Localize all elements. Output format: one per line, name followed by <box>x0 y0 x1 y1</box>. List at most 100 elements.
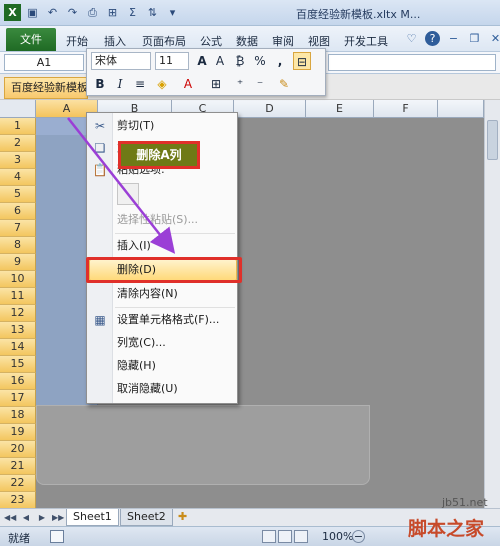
select-all-corner[interactable] <box>0 100 36 118</box>
tab-insert[interactable]: 插入 <box>104 33 126 49</box>
row-header[interactable]: 1 <box>0 118 36 135</box>
redo-icon[interactable]: ↷ <box>64 4 81 21</box>
row-header[interactable]: 2 <box>0 135 36 152</box>
row-header[interactable]: 16 <box>0 373 36 390</box>
decrease-decimal-icon[interactable]: ⁻ <box>251 75 269 93</box>
prev-sheet-icon[interactable]: ◀ <box>20 511 32 525</box>
increase-decimal-icon[interactable]: ⁺ <box>231 75 249 93</box>
page-layout-view-icon[interactable] <box>278 530 292 543</box>
scrollbar-thumb[interactable] <box>487 120 498 160</box>
row-header[interactable]: 15 <box>0 356 36 373</box>
tab-review[interactable]: 审阅 <box>272 33 294 49</box>
sheet-tab-sheet2[interactable]: Sheet2 <box>120 509 173 526</box>
autosum-icon[interactable]: Σ <box>124 4 141 21</box>
row-header[interactable]: 14 <box>0 339 36 356</box>
sheet-nav: ◀◀ ◀ ▶ ▶▶ <box>4 511 64 525</box>
fill-color-icon[interactable]: ◈ <box>153 75 171 93</box>
paste-option-button[interactable] <box>117 183 139 205</box>
row-header[interactable]: 12 <box>0 305 36 322</box>
first-sheet-icon[interactable]: ◀◀ <box>4 511 16 525</box>
row-header[interactable]: 3 <box>0 152 36 169</box>
menu-item-unhide[interactable]: 取消隐藏(U) <box>117 378 235 400</box>
menu-item-clear-contents[interactable]: 清除内容(N) <box>117 283 235 305</box>
print-preview-icon[interactable]: ⎙ <box>84 4 101 21</box>
next-sheet-icon[interactable]: ▶ <box>36 511 48 525</box>
mini-toolbar: 宋体 11 A A ₿ % , ⊟ B I ≡ ◈ A ⊞ ⁺ ⁻ ✎ <box>86 48 326 96</box>
merge-center-icon[interactable]: ⊟ <box>293 52 311 70</box>
excel-logo-icon[interactable]: X <box>4 4 21 21</box>
row-header[interactable]: 9 <box>0 254 36 271</box>
tab-developer[interactable]: 开发工具 <box>344 33 388 49</box>
row-header[interactable]: 8 <box>0 237 36 254</box>
formula-input[interactable] <box>328 54 496 71</box>
comma-style-button[interactable]: , <box>271 52 289 70</box>
tab-file[interactable]: 文件 <box>6 28 56 51</box>
help-icon[interactable]: ? <box>425 31 440 46</box>
borders-icon[interactable]: ⊞ <box>104 4 121 21</box>
row-header[interactable]: 22 <box>0 475 36 492</box>
menu-item-paste-special[interactable]: 选择性粘贴(S)... <box>117 209 235 231</box>
shrink-font-icon[interactable]: A <box>211 52 229 70</box>
format-painter-icon[interactable]: ✎ <box>275 75 293 93</box>
row-header[interactable]: 13 <box>0 322 36 339</box>
vertical-scrollbar[interactable] <box>484 100 500 508</box>
menu-item-column-width[interactable]: 列宽(C)... <box>117 332 235 354</box>
row-header[interactable]: 4 <box>0 169 36 186</box>
accounting-format-icon[interactable]: ₿ <box>231 52 249 70</box>
zoom-out-button[interactable]: − <box>352 530 365 543</box>
tab-formulas[interactable]: 公式 <box>200 33 222 49</box>
menu-item-insert[interactable]: 插入(I) <box>117 235 235 257</box>
percent-style-button[interactable]: % <box>251 52 269 70</box>
insert-sheet-icon[interactable]: ✚ <box>178 510 187 523</box>
row-header[interactable]: 6 <box>0 203 36 220</box>
row-header[interactable]: 7 <box>0 220 36 237</box>
row-header[interactable]: 18 <box>0 407 36 424</box>
restore-icon[interactable]: ❐ <box>467 31 482 46</box>
font-size-box[interactable]: 11 <box>155 52 189 70</box>
sheet-tab-sheet1[interactable]: Sheet1 <box>66 509 119 526</box>
macro-record-icon[interactable] <box>50 530 64 543</box>
grow-font-icon[interactable]: A <box>193 52 211 70</box>
zoom-level[interactable]: 100% <box>322 530 353 543</box>
tab-page-layout[interactable]: 页面布局 <box>142 33 186 49</box>
italic-icon[interactable]: I <box>111 75 129 93</box>
menu-item-format-cells[interactable]: 设置单元格格式(F)... <box>117 309 235 331</box>
row-header[interactable]: 19 <box>0 424 36 441</box>
column-header-g[interactable] <box>438 100 484 118</box>
customize-qat-icon[interactable]: ▾ <box>164 4 181 21</box>
save-icon[interactable]: ▣ <box>24 4 41 21</box>
normal-view-icon[interactable] <box>262 530 276 543</box>
menu-item-cut[interactable]: 剪切(T) <box>117 115 235 137</box>
row-header[interactable]: 11 <box>0 288 36 305</box>
worksheet-grid[interactable]: A B C D E F 1 2 3 4 5 6 7 8 9 10 11 12 1… <box>0 100 500 509</box>
menu-item-hide[interactable]: 隐藏(H) <box>117 355 235 377</box>
column-header-e[interactable]: E <box>306 100 374 118</box>
column-header-d[interactable]: D <box>234 100 306 118</box>
last-sheet-icon[interactable]: ▶▶ <box>52 511 64 525</box>
page-break-view-icon[interactable] <box>294 530 308 543</box>
align-center-icon[interactable]: ≡ <box>131 75 149 93</box>
tab-view[interactable]: 视图 <box>308 33 330 49</box>
font-name-box[interactable]: 宋体 <box>91 52 151 70</box>
row-header[interactable]: 5 <box>0 186 36 203</box>
close-icon[interactable]: ✕ <box>488 31 500 46</box>
format-cells-icon: ▦ <box>94 313 106 327</box>
row-header[interactable]: 10 <box>0 271 36 288</box>
document-tab[interactable]: 百度经验新模板 <box>4 77 88 99</box>
bold-icon[interactable]: B <box>91 75 109 93</box>
tab-data[interactable]: 数据 <box>236 33 258 49</box>
tab-home[interactable]: 开始 <box>66 33 88 49</box>
font-color-icon[interactable]: A <box>179 75 197 93</box>
column-header-f[interactable]: F <box>374 100 438 118</box>
row-header[interactable]: 20 <box>0 441 36 458</box>
row-header[interactable]: 21 <box>0 458 36 475</box>
row-header[interactable]: 23 <box>0 492 36 509</box>
annotation-highlight-box <box>86 257 242 283</box>
borders-mini-icon[interactable]: ⊞ <box>207 75 225 93</box>
minimize-icon[interactable]: − <box>446 31 461 46</box>
row-header[interactable]: 17 <box>0 390 36 407</box>
sort-icon[interactable]: ⇅ <box>144 4 161 21</box>
name-box[interactable]: A1 <box>4 54 84 71</box>
undo-icon[interactable]: ↶ <box>44 4 61 21</box>
minimize-ribbon-icon[interactable]: ♡ <box>404 31 419 46</box>
